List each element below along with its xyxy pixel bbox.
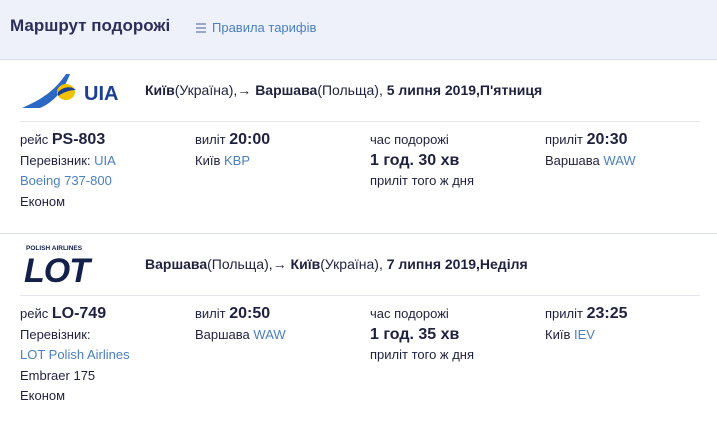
duration-value: 1 год. 35 хв xyxy=(370,325,460,343)
cabin-class: Економ xyxy=(20,193,66,209)
flight-segment-outbound: UIA Київ(Україна),→ Варшава(Польща), 5 л… xyxy=(0,60,717,234)
departure-info: виліт 20:50 Варшава WAW xyxy=(195,304,286,345)
carrier-label: Перевізник: xyxy=(20,152,91,168)
duration-label: час подорожі xyxy=(370,132,449,147)
route-from-country: (Польща), xyxy=(207,256,273,272)
flight-info: рейс LO-749 Перевізник: LOT Polish Airli… xyxy=(20,304,130,407)
duration-info: час подорожі 1 год. 30 хв приліт того ж … xyxy=(370,130,474,192)
departure-time: 20:50 xyxy=(229,305,271,322)
flight-label: рейс xyxy=(20,306,49,321)
route-from-city: Київ xyxy=(145,82,175,98)
divider xyxy=(20,295,700,296)
duration-info: час подорожі 1 год. 35 хв приліт того ж … xyxy=(370,304,474,366)
aircraft-type[interactable]: Boeing 737-800 xyxy=(20,171,116,192)
route-to-country: (Україна), xyxy=(320,256,383,272)
departure-city: Київ xyxy=(195,152,221,168)
uia-logo-text: UIA xyxy=(84,83,118,105)
cabin-class: Економ xyxy=(20,388,66,403)
arrival-label: приліт xyxy=(545,306,583,321)
route-arrow: → xyxy=(237,82,252,98)
route-summary: Варшава(Польща),→ Київ(Україна), 7 липня… xyxy=(145,256,528,272)
arrival-time: 23:25 xyxy=(586,305,628,322)
flight-label: рейс xyxy=(20,132,49,147)
arrival-time: 20:30 xyxy=(586,131,628,148)
fare-rules-label: Правила тарифів xyxy=(212,20,317,35)
arrival-note: приліт того ж дня xyxy=(370,347,475,362)
uia-logo: UIA xyxy=(22,74,118,108)
lot-logo: POLISH AIRLINES LOT xyxy=(24,245,94,286)
flight-segment-return: POLISH AIRLINES LOT Варшава(Польща),→ Ки… xyxy=(0,234,717,436)
arrival-info: приліт 23:25 Київ IEV xyxy=(545,304,628,345)
carrier-label: Перевізник: xyxy=(20,326,91,342)
carrier-link[interactable]: LOT Polish Airlines xyxy=(20,345,130,366)
departure-time: 20:00 xyxy=(229,131,271,148)
flight-info: рейс PS-803 Перевізник: UIA Boeing 737-8… xyxy=(20,130,116,212)
arrival-airport-code[interactable]: WAW xyxy=(603,153,635,168)
route-to-city: Варшава xyxy=(255,82,318,98)
arrival-info: приліт 20:30 Варшава WAW xyxy=(545,130,636,171)
carrier-link[interactable]: UIA xyxy=(94,153,116,168)
route-summary: Київ(Україна),→ Варшава(Польща), 5 липня… xyxy=(145,82,542,98)
flight-number: LO-749 xyxy=(51,305,107,322)
duration-label: час подорожі xyxy=(370,306,449,321)
aircraft-type: Embraer 175 xyxy=(20,367,96,383)
itinerary-header: Маршрут подорожі Правила тарифів xyxy=(0,0,717,60)
arrival-city: Варшава xyxy=(545,152,600,168)
route-from-country: (Україна), xyxy=(174,82,238,98)
arrival-city: Київ xyxy=(545,326,571,342)
divider xyxy=(20,121,700,122)
route-arrow: → xyxy=(272,256,287,272)
departure-label: виліт xyxy=(195,132,226,147)
arrival-airport-code[interactable]: IEV xyxy=(574,327,595,342)
departure-label: виліт xyxy=(195,306,226,321)
route-from-city: Варшава xyxy=(145,256,208,272)
page-title: Маршрут подорожі xyxy=(10,16,171,35)
route-date: 7 липня 2019,Неділя xyxy=(386,256,528,272)
lot-logo-caption: POLISH AIRLINES xyxy=(26,245,83,252)
departure-airport-code[interactable]: KBP xyxy=(224,153,250,168)
route-to-city: Київ xyxy=(290,256,321,272)
arrival-note: приліт того ж дня xyxy=(370,173,475,188)
departure-info: виліт 20:00 Київ KBP xyxy=(195,130,270,171)
duration-value: 1 год. 30 хв xyxy=(370,151,460,169)
flight-number: PS-803 xyxy=(51,131,106,148)
list-icon xyxy=(196,23,206,33)
departure-airport-code[interactable]: WAW xyxy=(253,327,285,342)
lot-logo-text: LOT xyxy=(24,252,93,286)
departure-city: Варшава xyxy=(195,326,250,342)
route-date: 5 липня 2019,П'ятниця xyxy=(386,82,543,98)
arrival-label: приліт xyxy=(545,132,583,147)
fare-rules-link[interactable]: Правила тарифів xyxy=(196,20,316,35)
route-to-country: (Польща), xyxy=(317,82,383,98)
